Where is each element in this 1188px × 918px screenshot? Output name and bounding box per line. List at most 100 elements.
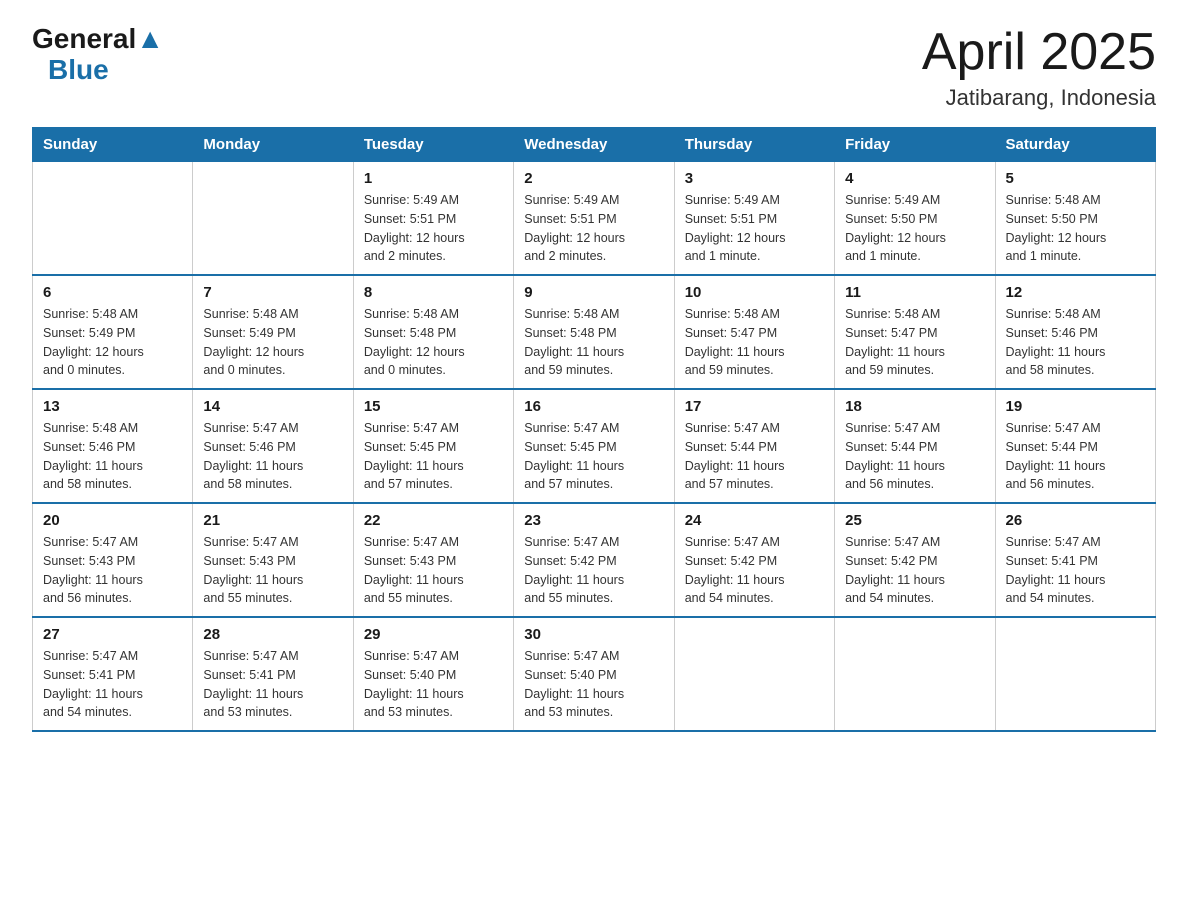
day-number: 2	[524, 170, 663, 187]
table-row	[33, 162, 193, 276]
calendar-table: Sunday Monday Tuesday Wednesday Thursday…	[32, 127, 1156, 732]
col-wednesday: Wednesday	[514, 128, 674, 162]
table-row	[995, 617, 1155, 731]
day-number: 20	[43, 512, 182, 529]
calendar-week-row: 13 Sunrise: 5:48 AMSunset: 5:46 PMDayligh…	[33, 389, 1156, 503]
table-row: 6 Sunrise: 5:48 AMSunset: 5:49 PMDaylight…	[33, 275, 193, 389]
day-info: Sunrise: 5:47 AMSunset: 5:42 PMDaylight:…	[845, 533, 984, 608]
day-number: 28	[203, 626, 342, 643]
logo-general-text: General▲	[32, 24, 164, 55]
table-row: 24 Sunrise: 5:47 AMSunset: 5:42 PMDayligh…	[674, 503, 834, 617]
calendar-week-row: 27Sunrise: 5:47 AMSunset: 5:41 PMDayligh…	[33, 617, 1156, 731]
day-info: Sunrise: 5:48 AMSunset: 5:46 PMDaylight:…	[43, 419, 182, 494]
day-number: 8	[364, 284, 503, 301]
day-info: Sunrise: 5:47 AMSunset: 5:44 PMDaylight:…	[845, 419, 984, 494]
col-monday: Monday	[193, 128, 353, 162]
table-row	[674, 617, 834, 731]
table-row: 2 Sunrise: 5:49 AMSunset: 5:51 PMDaylight…	[514, 162, 674, 276]
table-row: 21Sunrise: 5:47 AMSunset: 5:43 PMDayligh…	[193, 503, 353, 617]
day-number: 11	[845, 284, 984, 301]
day-number: 19	[1006, 398, 1145, 415]
day-info: Sunrise: 5:47 AMSunset: 5:41 PMDaylight:…	[203, 647, 342, 722]
col-saturday: Saturday	[995, 128, 1155, 162]
day-number: 3	[685, 170, 824, 187]
col-thursday: Thursday	[674, 128, 834, 162]
day-info: Sunrise: 5:48 AMSunset: 5:49 PMDaylight:…	[203, 305, 342, 380]
day-info: Sunrise: 5:47 AMSunset: 5:44 PMDaylight:…	[685, 419, 824, 494]
table-row: 10 Sunrise: 5:48 AMSunset: 5:47 PMDayligh…	[674, 275, 834, 389]
day-number: 13	[43, 398, 182, 415]
day-number: 7	[203, 284, 342, 301]
day-info: Sunrise: 5:49 AMSunset: 5:50 PMDaylight:…	[845, 191, 984, 266]
day-info: Sunrise: 5:47 AMSunset: 5:46 PMDaylight:…	[203, 419, 342, 494]
table-row	[835, 617, 995, 731]
day-number: 4	[845, 170, 984, 187]
calendar-header-row: Sunday Monday Tuesday Wednesday Thursday…	[33, 128, 1156, 162]
day-info: Sunrise: 5:47 AMSunset: 5:45 PMDaylight:…	[524, 419, 663, 494]
col-friday: Friday	[835, 128, 995, 162]
table-row: 17 Sunrise: 5:47 AMSunset: 5:44 PMDayligh…	[674, 389, 834, 503]
table-row: 15 Sunrise: 5:47 AMSunset: 5:45 PMDayligh…	[353, 389, 513, 503]
day-info: Sunrise: 5:49 AMSunset: 5:51 PMDaylight:…	[685, 191, 824, 266]
day-number: 22	[364, 512, 503, 529]
table-row	[193, 162, 353, 276]
day-number: 15	[364, 398, 503, 415]
table-row: 27Sunrise: 5:47 AMSunset: 5:41 PMDayligh…	[33, 617, 193, 731]
table-row: 5Sunrise: 5:48 AMSunset: 5:50 PMDaylight…	[995, 162, 1155, 276]
day-number: 29	[364, 626, 503, 643]
table-row: 22 Sunrise: 5:47 AMSunset: 5:43 PMDayligh…	[353, 503, 513, 617]
table-row: 12 Sunrise: 5:48 AMSunset: 5:46 PMDayligh…	[995, 275, 1155, 389]
day-number: 24	[685, 512, 824, 529]
table-row: 11Sunrise: 5:48 AMSunset: 5:47 PMDayligh…	[835, 275, 995, 389]
day-info: Sunrise: 5:47 AMSunset: 5:44 PMDaylight:…	[1006, 419, 1145, 494]
day-info: Sunrise: 5:48 AMSunset: 5:46 PMDaylight:…	[1006, 305, 1145, 380]
table-row: 14 Sunrise: 5:47 AMSunset: 5:46 PMDayligh…	[193, 389, 353, 503]
day-number: 25	[845, 512, 984, 529]
calendar-week-row: 6 Sunrise: 5:48 AMSunset: 5:49 PMDaylight…	[33, 275, 1156, 389]
day-number: 12	[1006, 284, 1145, 301]
table-row: 26 Sunrise: 5:47 AMSunset: 5:41 PMDayligh…	[995, 503, 1155, 617]
day-number: 17	[685, 398, 824, 415]
page-header: General▲ Blue April 2025 Jatibarang, Ind…	[32, 24, 1156, 111]
day-number: 16	[524, 398, 663, 415]
day-number: 10	[685, 284, 824, 301]
day-info: Sunrise: 5:48 AMSunset: 5:49 PMDaylight:…	[43, 305, 182, 380]
day-number: 23	[524, 512, 663, 529]
logo-triangle-icon: ▲	[136, 23, 164, 54]
table-row: 29 Sunrise: 5:47 AMSunset: 5:40 PMDayligh…	[353, 617, 513, 731]
title-block: April 2025 Jatibarang, Indonesia	[922, 24, 1156, 111]
day-number: 18	[845, 398, 984, 415]
table-row: 3 Sunrise: 5:49 AMSunset: 5:51 PMDaylight…	[674, 162, 834, 276]
table-row: 8 Sunrise: 5:48 AMSunset: 5:48 PMDaylight…	[353, 275, 513, 389]
day-info: Sunrise: 5:47 AMSunset: 5:42 PMDaylight:…	[685, 533, 824, 608]
day-info: Sunrise: 5:48 AMSunset: 5:48 PMDaylight:…	[364, 305, 503, 380]
day-number: 6	[43, 284, 182, 301]
day-info: Sunrise: 5:47 AMSunset: 5:43 PMDaylight:…	[364, 533, 503, 608]
table-row: 19 Sunrise: 5:47 AMSunset: 5:44 PMDayligh…	[995, 389, 1155, 503]
day-info: Sunrise: 5:48 AMSunset: 5:47 PMDaylight:…	[685, 305, 824, 380]
day-info: Sunrise: 5:48 AMSunset: 5:50 PMDaylight:…	[1006, 191, 1145, 266]
table-row: 18 Sunrise: 5:47 AMSunset: 5:44 PMDayligh…	[835, 389, 995, 503]
day-info: Sunrise: 5:47 AMSunset: 5:41 PMDaylight:…	[1006, 533, 1145, 608]
day-info: Sunrise: 5:47 AMSunset: 5:43 PMDaylight:…	[43, 533, 182, 608]
day-info: Sunrise: 5:47 AMSunset: 5:40 PMDaylight:…	[364, 647, 503, 722]
location-subtitle: Jatibarang, Indonesia	[922, 85, 1156, 111]
day-info: Sunrise: 5:47 AMSunset: 5:41 PMDaylight:…	[43, 647, 182, 722]
table-row: 1Sunrise: 5:49 AMSunset: 5:51 PMDaylight…	[353, 162, 513, 276]
day-number: 14	[203, 398, 342, 415]
col-sunday: Sunday	[33, 128, 193, 162]
table-row: 30Sunrise: 5:47 AMSunset: 5:40 PMDayligh…	[514, 617, 674, 731]
table-row: 13 Sunrise: 5:48 AMSunset: 5:46 PMDayligh…	[33, 389, 193, 503]
table-row: 20 Sunrise: 5:47 AMSunset: 5:43 PMDayligh…	[33, 503, 193, 617]
day-info: Sunrise: 5:49 AMSunset: 5:51 PMDaylight:…	[364, 191, 503, 266]
table-row: 23Sunrise: 5:47 AMSunset: 5:42 PMDayligh…	[514, 503, 674, 617]
day-info: Sunrise: 5:49 AMSunset: 5:51 PMDaylight:…	[524, 191, 663, 266]
day-info: Sunrise: 5:47 AMSunset: 5:45 PMDaylight:…	[364, 419, 503, 494]
col-tuesday: Tuesday	[353, 128, 513, 162]
calendar-week-row: 20 Sunrise: 5:47 AMSunset: 5:43 PMDayligh…	[33, 503, 1156, 617]
day-number: 26	[1006, 512, 1145, 529]
table-row: 25 Sunrise: 5:47 AMSunset: 5:42 PMDayligh…	[835, 503, 995, 617]
day-number: 30	[524, 626, 663, 643]
logo: General▲ Blue	[32, 24, 164, 86]
day-info: Sunrise: 5:47 AMSunset: 5:43 PMDaylight:…	[203, 533, 342, 608]
